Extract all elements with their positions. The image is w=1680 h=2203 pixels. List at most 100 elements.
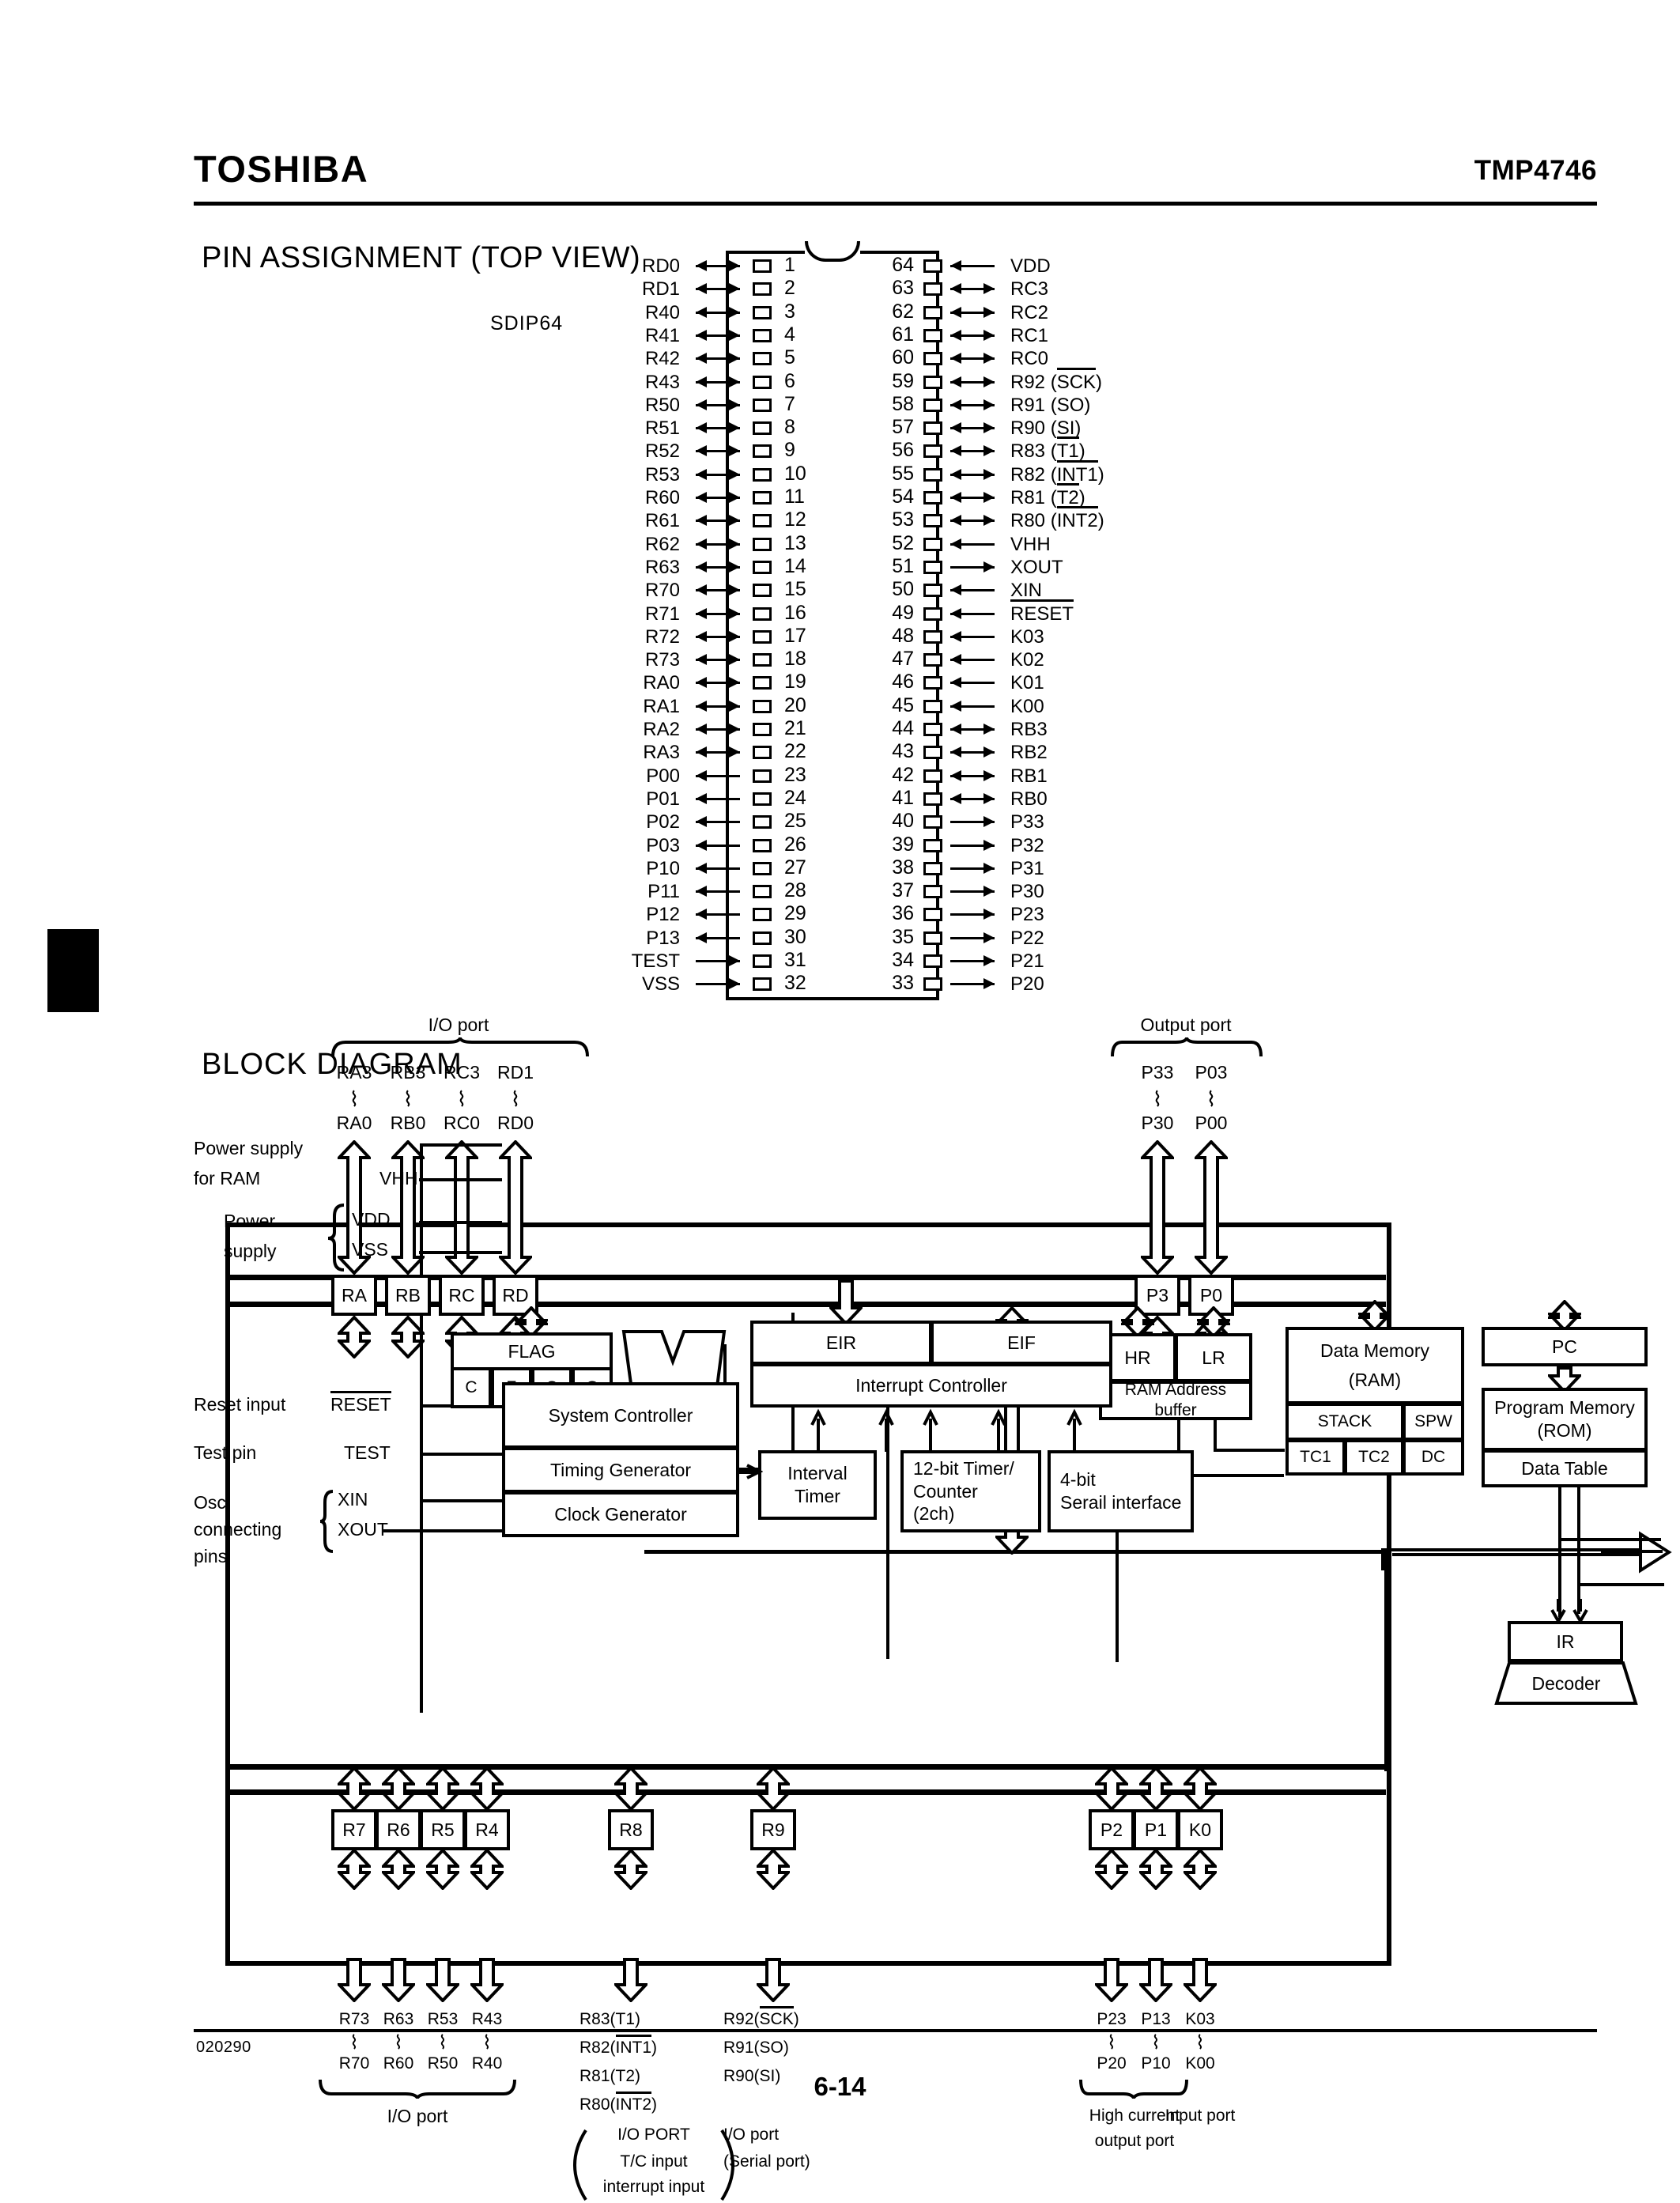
pin-name: RB0 bbox=[1010, 788, 1048, 810]
footer-rule bbox=[194, 2029, 1597, 2032]
vdd-pin-label: VDD bbox=[352, 1209, 391, 1230]
pin-number: 30 bbox=[784, 925, 806, 948]
pin-number: 20 bbox=[784, 693, 806, 716]
port-register-ra: RA bbox=[331, 1275, 377, 1316]
bidirectional-arrow-icon bbox=[950, 329, 995, 342]
bidirectional-arrow-icon bbox=[950, 444, 995, 458]
output-arrow-icon bbox=[950, 815, 995, 829]
output-arrow-icon bbox=[696, 815, 740, 829]
bidirectional-arrow-icon bbox=[950, 282, 995, 296]
pin-lead bbox=[923, 537, 942, 551]
serial-interface-block: 4-bit Serail interface bbox=[1048, 1450, 1194, 1532]
pin-number: 35 bbox=[892, 925, 914, 948]
pin-number: 64 bbox=[892, 254, 914, 276]
bottom-k-hi: K03 bbox=[1185, 2010, 1215, 2028]
pin-name: R43 bbox=[644, 371, 680, 393]
pin-lead bbox=[923, 560, 942, 574]
pin-lead bbox=[753, 815, 772, 829]
range-tilde: ⌇ bbox=[510, 1087, 521, 1111]
test-signal-label: TEST bbox=[344, 1442, 391, 1463]
input-arrow-icon bbox=[950, 584, 995, 597]
toshiba-logo: TOSHIBA bbox=[194, 148, 369, 190]
pin-name: RESET bbox=[1010, 599, 1074, 625]
top-io-lo: RD0 bbox=[496, 1113, 534, 1133]
pin-number: 2 bbox=[784, 277, 795, 300]
pin-lead bbox=[923, 699, 942, 713]
pin-lead bbox=[923, 398, 942, 412]
pin-name: TEST bbox=[631, 950, 680, 972]
pin-row-right: 45 K00 bbox=[878, 694, 1241, 721]
bidirectional-arrow-icon bbox=[696, 468, 740, 482]
range-tilde: ⌇ bbox=[1206, 1087, 1217, 1111]
output-arrow-icon bbox=[696, 862, 740, 875]
pin-number: 42 bbox=[892, 763, 914, 786]
eif-block: EIF bbox=[931, 1321, 1112, 1365]
pin-name: RD1 bbox=[641, 278, 680, 300]
pin-lead bbox=[923, 908, 942, 922]
reset-input-label: Reset input bbox=[194, 1394, 286, 1415]
r9-group-label-1: I/O port bbox=[723, 2126, 780, 2144]
pin-name: P33 bbox=[1010, 811, 1044, 833]
power-supply-brace bbox=[327, 1204, 345, 1272]
bottom-register-bus-arrow bbox=[1139, 1767, 1172, 1811]
input-port-label: Input port bbox=[1165, 2107, 1236, 2125]
pc-block: PC bbox=[1482, 1327, 1648, 1366]
timing-out-arrow bbox=[738, 1464, 763, 1479]
bidirectional-arrow-icon bbox=[696, 491, 740, 504]
input-arrow-icon bbox=[950, 607, 995, 621]
bidirectional-arrow-icon bbox=[950, 514, 995, 527]
pin-number: 15 bbox=[784, 578, 806, 601]
output-arrow-icon bbox=[696, 792, 740, 806]
input-arrow-icon bbox=[950, 676, 995, 690]
pin-name: R53 bbox=[644, 463, 680, 486]
pin-number: 62 bbox=[892, 300, 914, 323]
pin-number: 51 bbox=[892, 554, 914, 577]
bidirectional-arrow-icon bbox=[696, 282, 740, 296]
vdd-line bbox=[419, 1221, 502, 1224]
pin-lead bbox=[753, 375, 772, 389]
io-port-label-bottom: I/O port bbox=[387, 2106, 448, 2126]
pin-number: 46 bbox=[892, 671, 914, 693]
pin-name: R72 bbox=[644, 625, 680, 648]
top-io-bus-arrow bbox=[499, 1140, 532, 1275]
pin-name: P03 bbox=[646, 834, 680, 856]
part-number: TMP4746 bbox=[1474, 155, 1597, 186]
pin-name: P01 bbox=[646, 788, 680, 810]
timer-counter-label-3: (2ch) bbox=[913, 1503, 955, 1525]
tc1-block: TC1 bbox=[1285, 1439, 1346, 1476]
output-arrow-icon bbox=[950, 839, 995, 852]
bottom-register-out-arrow bbox=[614, 1849, 647, 1890]
bottom-register-out-arrow bbox=[757, 1849, 790, 1890]
bottom-register-out-arrow bbox=[426, 1849, 459, 1890]
pin-name: R61 bbox=[644, 510, 680, 532]
pin-lead bbox=[753, 977, 772, 992]
pin-name: K01 bbox=[1010, 672, 1044, 694]
data-memory-label-2: (RAM) bbox=[1348, 1370, 1402, 1390]
timer-counter-block: 12-bit Timer/ Counter (2ch) bbox=[900, 1450, 1041, 1532]
pin-name: XOUT bbox=[1010, 556, 1063, 578]
flag-bit-c: C bbox=[451, 1367, 492, 1408]
pin-row-right: 42 RB1 bbox=[878, 763, 1241, 791]
test-pin-label: Test pin bbox=[194, 1442, 257, 1463]
bidirectional-arrow-icon bbox=[696, 376, 740, 389]
pin-number: 48 bbox=[892, 624, 914, 647]
pin-lead bbox=[923, 954, 942, 968]
pin-lead bbox=[923, 931, 942, 945]
bottom-register-r4: R4 bbox=[464, 1809, 510, 1850]
pin-number: 16 bbox=[784, 601, 806, 624]
pin-name: R60 bbox=[644, 487, 680, 508]
pin-lead bbox=[753, 653, 772, 667]
page-number: 6-14 bbox=[814, 2072, 866, 2101]
pin-row-right: 62 RC2 bbox=[878, 300, 1241, 327]
pin-number: 17 bbox=[784, 624, 806, 647]
output-arrow-icon bbox=[696, 908, 740, 921]
output-port-brace-top bbox=[1111, 1037, 1263, 1057]
pin-name: R91 (SO) bbox=[1010, 394, 1091, 416]
pin-row-right: 47 K02 bbox=[878, 648, 1241, 675]
pin-row-right: 40 P33 bbox=[878, 810, 1241, 837]
timer-counter-label-2: Counter bbox=[913, 1480, 978, 1502]
pin-lead bbox=[753, 676, 772, 690]
top-out-bus-arrow bbox=[1141, 1140, 1174, 1275]
r8-group-label-3: interrupt input bbox=[602, 2178, 705, 2196]
pin-name: VDD bbox=[1010, 255, 1051, 277]
